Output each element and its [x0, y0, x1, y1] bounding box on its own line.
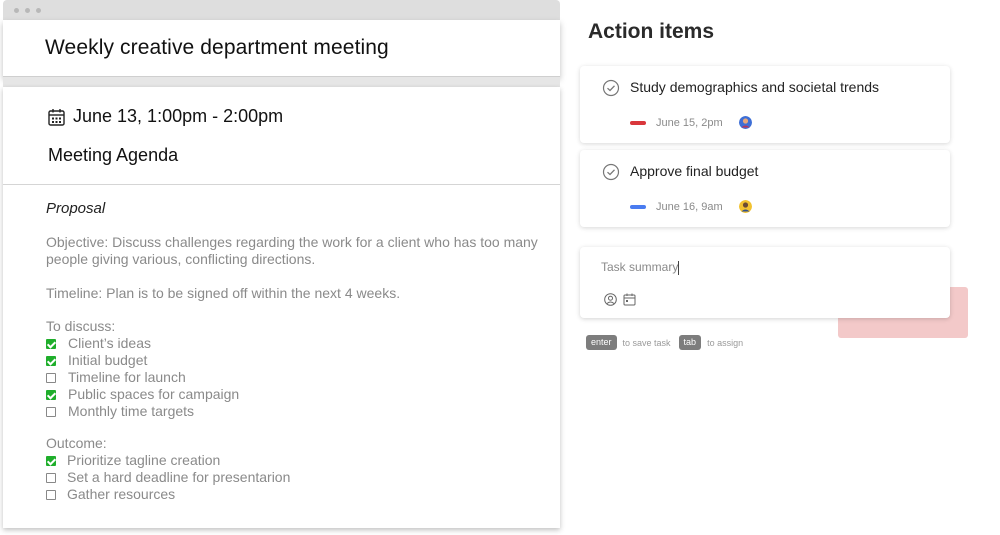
list-item: Initial budget	[46, 352, 546, 369]
due-date: June 16, 9am	[656, 200, 723, 213]
discuss-section: To discuss: Client’s ideas Initial budge…	[46, 318, 546, 420]
list-item-label: Initial budget	[68, 352, 148, 368]
objective-text: Objective: Discuss challenges regarding …	[46, 234, 538, 267]
list-item: Client’s ideas	[46, 335, 546, 352]
assign-user-icon[interactable]	[604, 293, 617, 306]
list-item: Set a hard deadline for presentarion	[46, 469, 546, 486]
task-label: Study demographics and societal trends	[630, 79, 880, 95]
checkbox[interactable]	[46, 338, 56, 349]
avatar[interactable]	[738, 200, 752, 213]
hint-text: to assign	[707, 337, 744, 348]
outcome-heading: Outcome:	[46, 435, 107, 451]
list-item-label: Monthly time targets	[68, 403, 195, 419]
agenda-title: Meeting Agenda	[48, 145, 179, 165]
list-item: Gather resources	[46, 486, 546, 503]
summary-actions	[604, 293, 636, 306]
keyboard-hints: enter to save task tab to assign	[586, 335, 751, 350]
list-item-label: Timeline for launch	[68, 369, 186, 385]
avatar[interactable]	[738, 116, 752, 129]
task-card[interactable]: Approve final budget June 16, 9am	[580, 150, 950, 227]
window-dot-icon[interactable]	[25, 8, 30, 13]
task-meta: June 15, 2pm	[630, 116, 752, 129]
check-circle-icon[interactable]	[602, 163, 620, 181]
checkbox[interactable]	[46, 372, 56, 383]
meeting-header: Weekly creative department meeting	[3, 20, 560, 77]
header-separator	[3, 77, 560, 87]
list-item-label: Client’s ideas	[68, 335, 152, 351]
meeting-title: Weekly creative department meeting	[45, 36, 389, 59]
task-meta: June 16, 9am	[630, 200, 752, 213]
enter-key-badge: enter	[586, 335, 617, 350]
meeting-date: June 13, 1:00pm - 2:00pm	[73, 106, 284, 126]
list-item-label: Prioritize tagline creation	[67, 452, 221, 468]
meeting-notes-window: Weekly creative department meeting June …	[3, 0, 560, 528]
checkbox[interactable]	[46, 389, 56, 400]
calendar-icon	[48, 108, 65, 126]
task-summary-card	[580, 247, 950, 318]
tab-key-badge: tab	[678, 335, 702, 350]
list-item: Monthly time targets	[46, 403, 546, 420]
checkbox[interactable]	[46, 355, 56, 366]
action-items-title: Action items	[588, 20, 715, 43]
list-item-label: Gather resources	[67, 486, 176, 502]
priority-indicator	[630, 204, 646, 209]
task-card[interactable]: Study demographics and societal trends J…	[580, 66, 950, 143]
divider	[3, 184, 560, 185]
outcome-section: Outcome: Prioritize tagline creation Set…	[46, 435, 546, 503]
meeting-date-row: June 13, 1:00pm - 2:00pm	[48, 106, 283, 127]
check-circle-icon[interactable]	[602, 79, 620, 97]
calendar-icon[interactable]	[623, 293, 636, 306]
discuss-heading: To discuss:	[46, 318, 116, 334]
priority-indicator	[630, 120, 646, 125]
window-dot-icon[interactable]	[36, 8, 41, 13]
text-cursor	[678, 261, 679, 275]
outcome-list: Prioritize tagline creation Set a hard d…	[46, 452, 546, 503]
checkbox[interactable]	[46, 472, 56, 483]
task-summary-input[interactable]	[601, 260, 921, 274]
due-date: June 15, 2pm	[656, 116, 723, 129]
discuss-list: Client’s ideas Initial budget Timeline f…	[46, 335, 546, 420]
window-titlebar	[3, 0, 560, 20]
checkbox[interactable]	[46, 455, 56, 466]
list-item: Prioritize tagline creation	[46, 452, 546, 469]
hint-text: to save task	[622, 337, 671, 348]
task-label: Approve final budget	[630, 163, 759, 179]
list-item: Timeline for launch	[46, 369, 546, 386]
timeline-text: Timeline: Plan is to be signed off withi…	[46, 285, 401, 301]
checkbox[interactable]	[46, 406, 56, 417]
meeting-body: June 13, 1:00pm - 2:00pm Meeting Agenda …	[3, 87, 560, 528]
window-dot-icon[interactable]	[14, 8, 19, 13]
section-heading: Proposal	[46, 200, 106, 217]
list-item: Public spaces for campaign	[46, 386, 546, 403]
list-item-label: Public spaces for campaign	[68, 386, 240, 402]
list-item-label: Set a hard deadline for presentarion	[67, 469, 291, 485]
checkbox[interactable]	[46, 489, 56, 500]
